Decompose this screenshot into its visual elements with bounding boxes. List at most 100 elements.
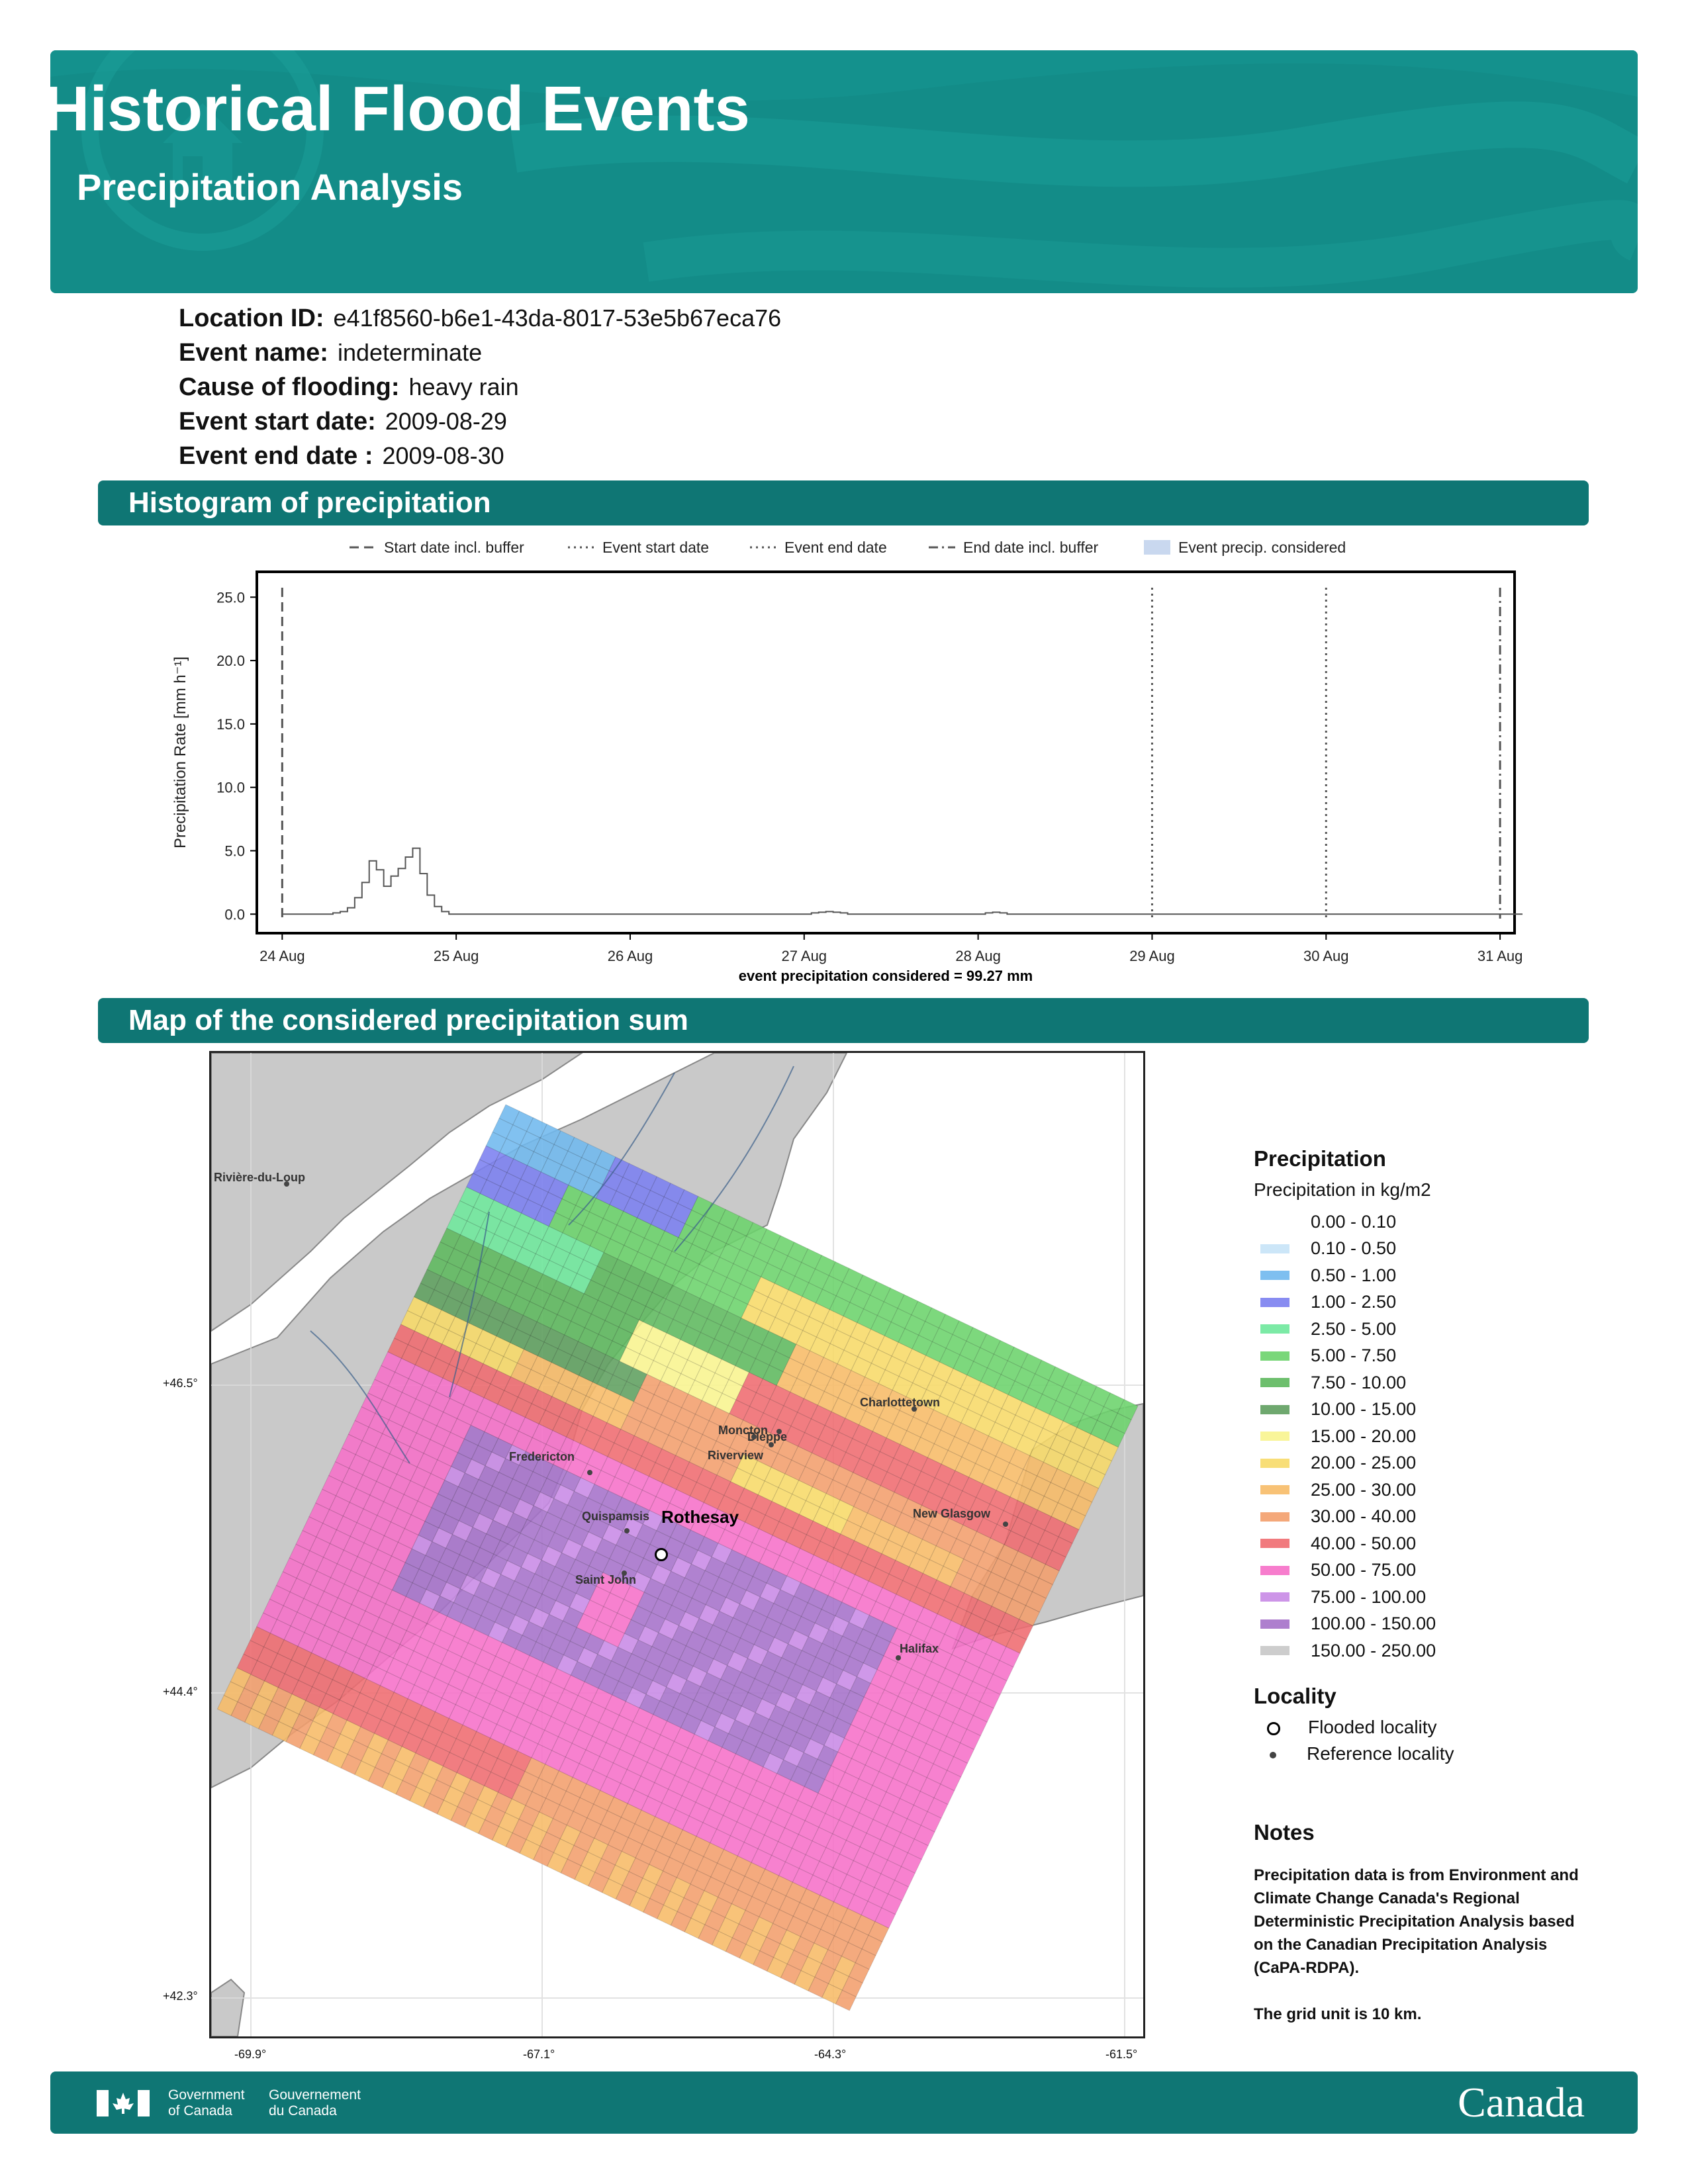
notes-text-2: The grid unit is 10 km.	[1254, 2005, 1422, 2023]
footer-bar: Government of Canada Gouvernement du Canad…	[50, 2071, 1638, 2134]
legend-swatch	[1260, 1324, 1289, 1334]
legend-bin-label: 25.00 - 30.00	[1311, 1479, 1417, 1500]
legend-bin: 75.00 - 100.00	[1254, 1584, 1436, 1611]
reference-locality-marker	[769, 1442, 774, 1447]
reference-locality-marker	[751, 1434, 757, 1439]
legend-swatch	[1260, 1432, 1289, 1441]
info-cause: Cause of flooding: heavy rain	[179, 373, 519, 401]
legend-bin: 1.00 - 2.50	[1254, 1289, 1436, 1316]
map-place-label: Saint John	[575, 1573, 637, 1586]
legend-bin: 20.00 - 25.00	[1254, 1450, 1436, 1477]
legend-bin: 30.00 - 40.00	[1254, 1504, 1436, 1531]
legend-bin-label: 40.00 - 50.00	[1311, 1533, 1417, 1553]
legend-bin: 7.50 - 10.00	[1254, 1369, 1436, 1396]
legend-bin-label: 0.00 - 0.10	[1311, 1211, 1397, 1232]
reference-locality-marker	[587, 1470, 592, 1475]
reference-locality-marker	[624, 1528, 630, 1533]
y-tick-label: 25.0	[216, 589, 245, 606]
legend-swatch	[1260, 1485, 1289, 1495]
reference-locality-marker	[1003, 1522, 1008, 1527]
page-title: Historical Flood Events	[44, 73, 750, 144]
legend-swatch	[1260, 1646, 1289, 1656]
legend-swatch	[1260, 1512, 1289, 1522]
open-circle-icon	[1267, 1721, 1280, 1735]
legend-label: End date incl. buffer	[963, 539, 1098, 556]
legend-bin-label: 100.00 - 150.00	[1311, 1614, 1436, 1634]
legend-label: Event precip. considered	[1178, 539, 1346, 556]
legend-subtitle: Precipitation in kg/m2	[1254, 1179, 1431, 1200]
legend-entry: Event precip. considered	[1144, 539, 1346, 556]
chart-annotation: event precipitation considered = 99.27 m…	[739, 968, 1033, 984]
legend-bin-label: 20.00 - 25.00	[1311, 1453, 1417, 1473]
legend-bin: 0.50 - 1.00	[1254, 1262, 1436, 1289]
legend-fill-swatch	[1144, 540, 1170, 555]
map-place-label: New Glasgow	[913, 1507, 991, 1520]
legend-bin: 2.50 - 5.00	[1254, 1316, 1436, 1343]
reference-locality-marker	[622, 1570, 627, 1576]
canada-flag-icon	[97, 2090, 150, 2116]
reference-locality-marker	[912, 1406, 917, 1412]
y-tick-label: 5.0	[224, 842, 245, 859]
x-tick-label: 27 Aug	[782, 948, 827, 964]
info-start-date: Event start date: 2009-08-29	[179, 408, 507, 435]
info-location-id: Location ID: e41f8560-b6e1-43da-8017-53e5…	[179, 304, 782, 332]
y-tick-label: 20.0	[216, 653, 245, 669]
legend-bin: 25.00 - 30.00	[1254, 1477, 1436, 1504]
lat-tick-2: +42.3°	[163, 1989, 198, 2003]
legend-bin: 10.00 - 15.00	[1254, 1396, 1436, 1424]
x-tick-label: 28 Aug	[955, 948, 1001, 964]
legend-swatch	[1260, 1244, 1289, 1253]
legend-bin-label: 15.00 - 20.00	[1311, 1426, 1417, 1446]
x-tick-label: 31 Aug	[1477, 948, 1523, 964]
map-place-label: Halifax	[900, 1642, 939, 1655]
legend-swatch	[1260, 1271, 1289, 1281]
legend-bin-label: 75.00 - 100.00	[1311, 1586, 1427, 1607]
legend-entry: Event start date	[568, 539, 709, 556]
map-place-label: Quispamsis	[582, 1510, 650, 1523]
legend-bin-label: 10.00 - 15.00	[1311, 1399, 1417, 1420]
legend-swatch	[1260, 1351, 1289, 1361]
legend-swatch	[1260, 1619, 1289, 1629]
legend-bin: 0.10 - 0.50	[1254, 1236, 1436, 1263]
legend-swatch	[1260, 1539, 1289, 1549]
gov-en: Government of Canada	[168, 2087, 245, 2118]
legend-bin: 0.00 - 0.10	[1254, 1208, 1436, 1236]
lon-tick-0: -69.9°	[234, 2048, 267, 2061]
legend-flooded: Flooded locality	[1254, 1717, 1437, 1738]
info-event-name: Event name: indeterminate	[179, 339, 483, 367]
gov-fr: Gouvernement du Canada	[269, 2087, 361, 2118]
canada-wordmark: Canada	[1458, 2079, 1585, 2126]
x-tick-label: 26 Aug	[608, 948, 653, 964]
legend-swatch	[1260, 1458, 1289, 1468]
notes-title: Notes	[1254, 1820, 1315, 1844]
x-tick-label: 24 Aug	[259, 948, 305, 964]
plot-frame	[256, 570, 1516, 934]
precip-histogram-chart: Start date incl. buffer Event start date E…	[171, 539, 1523, 984]
legend-bin: 150.00 - 250.00	[1254, 1637, 1436, 1664]
chart-legend: Start date incl. buffer Event start date E…	[350, 539, 1346, 556]
legend-swatch	[1260, 1378, 1289, 1388]
legend-bin-label: 2.50 - 5.00	[1311, 1318, 1397, 1339]
precip-map: Rivière-du-Loup Charlottetown Moncton Diepp…	[209, 1051, 1145, 2038]
legend-bin-label: 5.00 - 7.50	[1311, 1345, 1397, 1366]
map-place-label: Rothesay	[661, 1507, 739, 1527]
map-place-label: Riverview	[708, 1449, 764, 1462]
legend-bin: 100.00 - 150.00	[1254, 1611, 1436, 1638]
lat-tick-0: +46.5°	[163, 1377, 198, 1390]
legend-swatch	[1260, 1297, 1289, 1307]
legend-bins: 0.00 - 0.10 0.10 - 0.50 0.50 - 1.00 1.00 - …	[1254, 1208, 1436, 1664]
lon-tick-1: -67.1°	[523, 2048, 555, 2061]
legend-title: Precipitation	[1254, 1146, 1386, 1171]
legend-bin-label: 0.50 - 1.00	[1311, 1265, 1397, 1285]
legend-label: Event end date	[784, 539, 887, 556]
lat-tick-1: +44.4°	[163, 1685, 198, 1698]
lon-tick-3: -61.5°	[1105, 2048, 1138, 2061]
legend-entry: Start date incl. buffer	[350, 539, 524, 556]
x-tick-label: 30 Aug	[1303, 948, 1349, 964]
dot-icon	[1270, 1751, 1276, 1758]
reference-locality-marker	[896, 1655, 901, 1661]
legend-bin-label: 150.00 - 250.00	[1311, 1640, 1436, 1661]
map-place-label: Charlottetown	[860, 1396, 940, 1409]
notes-text-1: Precipitation data is from Environment a…	[1254, 1866, 1579, 1977]
reference-locality-marker	[284, 1181, 289, 1187]
